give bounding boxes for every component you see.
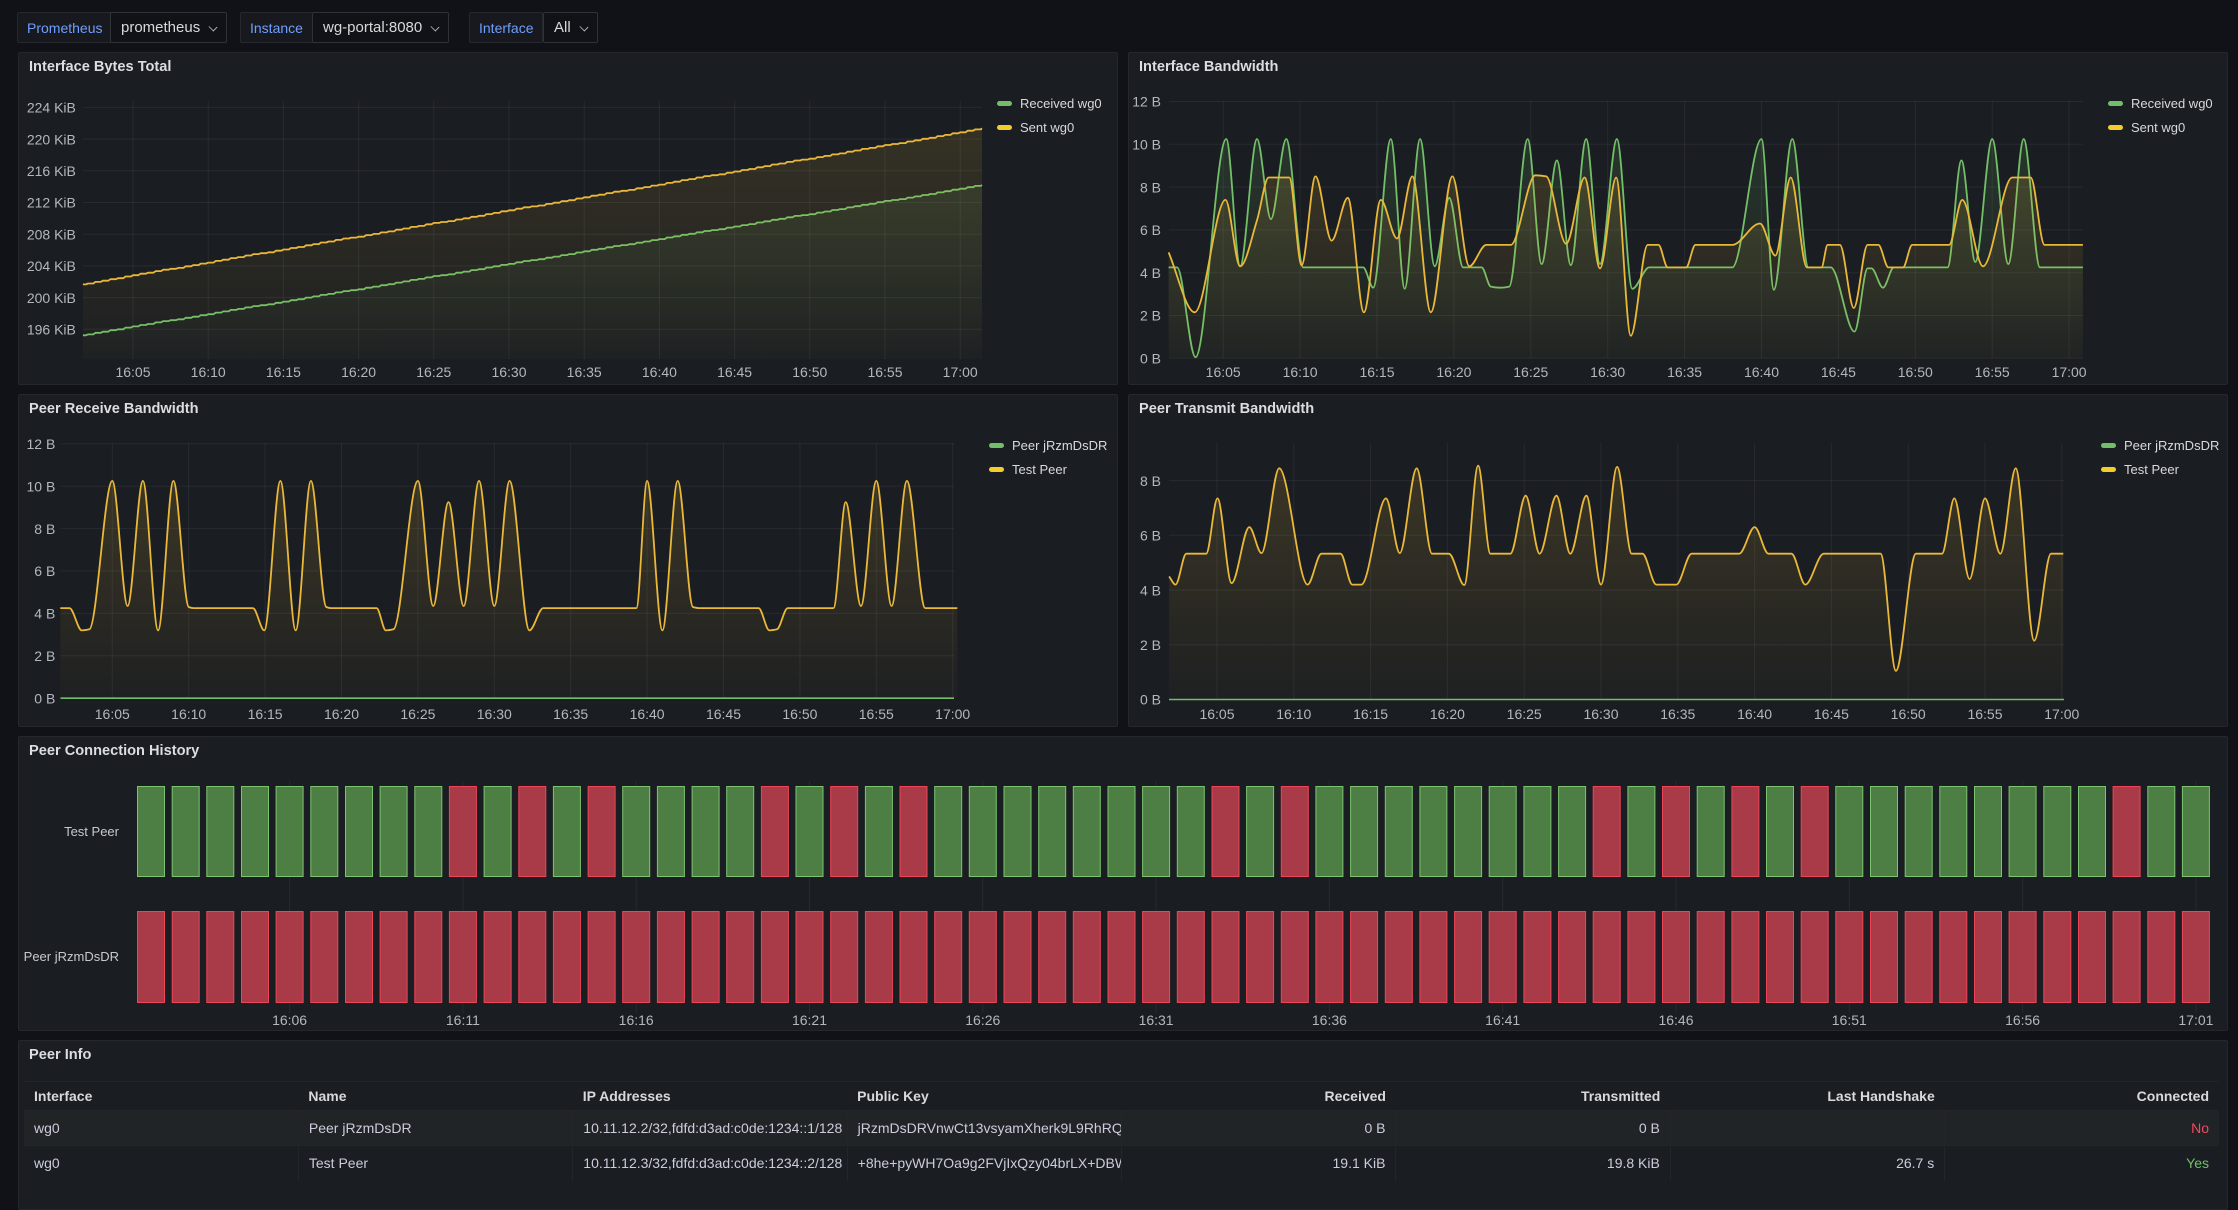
svg-text:17:00: 17:00: [943, 364, 978, 380]
svg-text:16:35: 16:35: [1660, 706, 1695, 722]
svg-text:6 B: 6 B: [1140, 222, 1161, 238]
svg-text:17:00: 17:00: [2044, 706, 2079, 722]
svg-text:16:16: 16:16: [619, 1012, 654, 1028]
svg-text:16:15: 16:15: [248, 706, 283, 722]
svg-text:224 KiB: 224 KiB: [27, 100, 76, 116]
svg-text:10 B: 10 B: [1132, 137, 1161, 153]
svg-text:8 B: 8 B: [34, 521, 55, 537]
svg-text:6 B: 6 B: [34, 563, 55, 579]
svg-text:16:40: 16:40: [630, 706, 665, 722]
svg-text:2 B: 2 B: [34, 648, 55, 664]
svg-text:216 KiB: 216 KiB: [27, 163, 76, 179]
svg-text:17:00: 17:00: [2052, 364, 2087, 380]
svg-text:17:00: 17:00: [935, 706, 970, 722]
svg-text:16:45: 16:45: [717, 364, 752, 380]
svg-text:16:51: 16:51: [1832, 1012, 1867, 1028]
svg-text:208 KiB: 208 KiB: [27, 226, 76, 242]
svg-text:220 KiB: 220 KiB: [27, 131, 76, 147]
svg-text:16:35: 16:35: [567, 364, 602, 380]
svg-text:16:41: 16:41: [1485, 1012, 1520, 1028]
svg-text:16:55: 16:55: [859, 706, 894, 722]
svg-text:16:30: 16:30: [477, 706, 512, 722]
svg-text:16:11: 16:11: [446, 1012, 480, 1028]
svg-text:16:25: 16:25: [400, 706, 435, 722]
svg-text:Test Peer: Test Peer: [64, 824, 120, 839]
svg-text:16:05: 16:05: [95, 706, 130, 722]
svg-text:16:15: 16:15: [1353, 706, 1388, 722]
svg-text:0 B: 0 B: [34, 690, 55, 706]
svg-text:4 B: 4 B: [34, 606, 55, 622]
svg-text:16:20: 16:20: [1430, 706, 1465, 722]
svg-text:16:45: 16:45: [1814, 706, 1849, 722]
svg-text:0 B: 0 B: [1140, 692, 1161, 708]
svg-text:16:50: 16:50: [792, 364, 827, 380]
svg-text:16:05: 16:05: [115, 364, 150, 380]
svg-text:16:45: 16:45: [706, 706, 741, 722]
svg-text:8 B: 8 B: [1140, 179, 1161, 195]
svg-text:16:55: 16:55: [867, 364, 902, 380]
svg-text:4 B: 4 B: [1140, 582, 1161, 598]
svg-text:12 B: 12 B: [1132, 94, 1161, 110]
svg-text:16:50: 16:50: [782, 706, 817, 722]
svg-text:16:10: 16:10: [191, 364, 226, 380]
svg-text:2 B: 2 B: [1140, 637, 1161, 653]
svg-text:16:10: 16:10: [1276, 706, 1311, 722]
svg-text:16:55: 16:55: [1975, 364, 2010, 380]
svg-text:16:30: 16:30: [1590, 364, 1625, 380]
svg-text:16:35: 16:35: [553, 706, 588, 722]
svg-text:16:55: 16:55: [1967, 706, 2002, 722]
svg-text:0 B: 0 B: [1140, 351, 1161, 367]
svg-text:16:40: 16:40: [642, 364, 677, 380]
svg-text:212 KiB: 212 KiB: [27, 195, 76, 211]
svg-text:16:06: 16:06: [272, 1012, 307, 1028]
svg-text:16:05: 16:05: [1206, 364, 1241, 380]
svg-text:16:45: 16:45: [1821, 364, 1856, 380]
svg-text:16:25: 16:25: [1513, 364, 1548, 380]
svg-text:16:31: 16:31: [1139, 1012, 1174, 1028]
svg-text:16:15: 16:15: [1359, 364, 1394, 380]
svg-text:16:20: 16:20: [324, 706, 359, 722]
svg-text:204 KiB: 204 KiB: [27, 258, 76, 274]
svg-text:16:40: 16:40: [1737, 706, 1772, 722]
svg-text:196 KiB: 196 KiB: [27, 322, 76, 338]
svg-text:200 KiB: 200 KiB: [27, 290, 76, 306]
svg-text:16:30: 16:30: [1583, 706, 1618, 722]
svg-text:17:01: 17:01: [2178, 1012, 2213, 1028]
svg-text:8 B: 8 B: [1140, 473, 1161, 489]
svg-text:16:21: 16:21: [792, 1012, 827, 1028]
svg-text:16:50: 16:50: [1898, 364, 1933, 380]
svg-text:16:35: 16:35: [1667, 364, 1702, 380]
svg-text:16:30: 16:30: [491, 364, 526, 380]
svg-text:2 B: 2 B: [1140, 308, 1161, 324]
svg-text:10 B: 10 B: [26, 478, 55, 494]
svg-text:16:20: 16:20: [1436, 364, 1471, 380]
svg-text:16:05: 16:05: [1199, 706, 1234, 722]
svg-text:16:25: 16:25: [1507, 706, 1542, 722]
svg-text:16:10: 16:10: [1283, 364, 1318, 380]
svg-text:6 B: 6 B: [1140, 528, 1161, 544]
svg-text:16:56: 16:56: [2005, 1012, 2040, 1028]
svg-text:4 B: 4 B: [1140, 265, 1161, 281]
svg-text:16:25: 16:25: [416, 364, 451, 380]
svg-text:16:10: 16:10: [171, 706, 206, 722]
svg-text:Peer jRzmDsDR: Peer jRzmDsDR: [24, 949, 119, 964]
svg-text:12 B: 12 B: [26, 436, 55, 452]
svg-text:16:40: 16:40: [1744, 364, 1779, 380]
svg-text:16:36: 16:36: [1312, 1012, 1347, 1028]
svg-text:16:15: 16:15: [266, 364, 301, 380]
svg-text:16:50: 16:50: [1891, 706, 1926, 722]
svg-text:16:26: 16:26: [965, 1012, 1000, 1028]
svg-text:16:46: 16:46: [1658, 1012, 1693, 1028]
svg-text:16:20: 16:20: [341, 364, 376, 380]
